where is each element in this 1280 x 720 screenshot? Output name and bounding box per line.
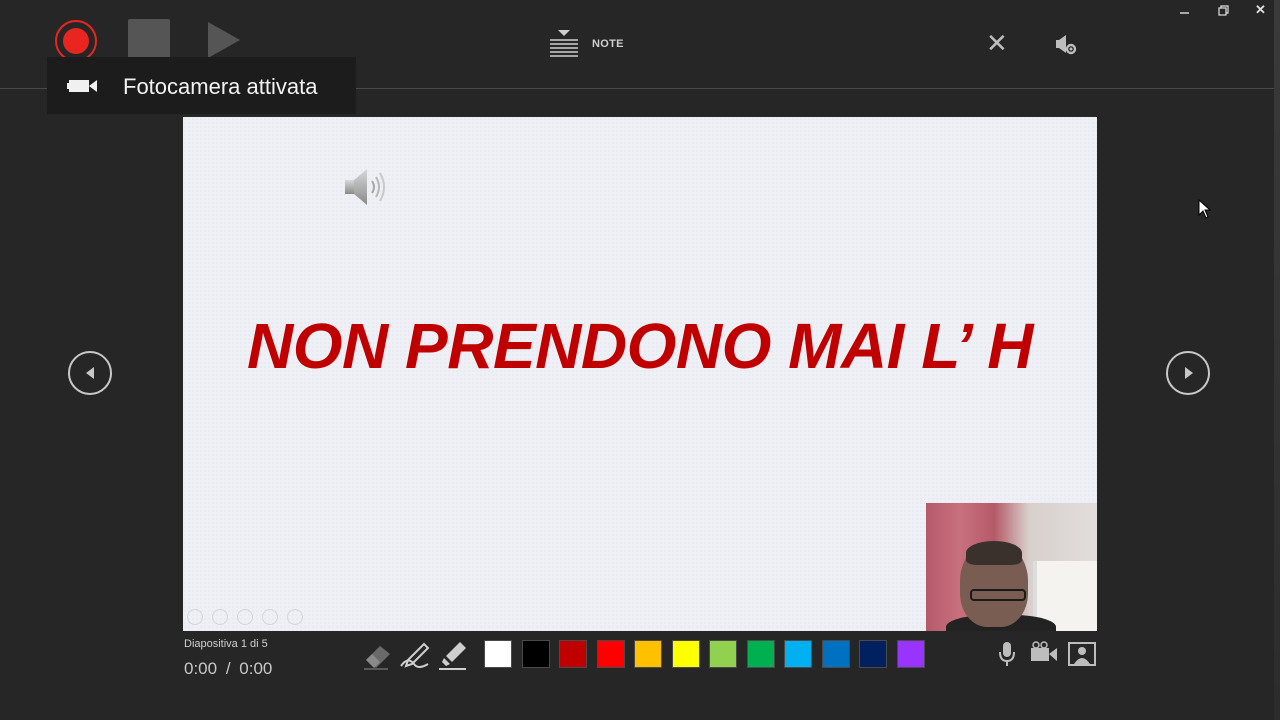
pen-icon[interactable]: [398, 638, 432, 672]
notes-icon: [550, 30, 578, 57]
recording-timer: 0:00 / 0:00: [184, 659, 272, 679]
mouse-cursor-icon: [1198, 199, 1212, 219]
ink-color-swatch[interactable]: [746, 640, 775, 668]
ink-color-swatch[interactable]: [784, 640, 812, 668]
next-slide-button[interactable]: [1166, 351, 1210, 395]
previous-slide-button[interactable]: [68, 351, 112, 395]
ink-color-swatch[interactable]: [596, 640, 625, 668]
slide-canvas[interactable]: NON PRENDONO MAI L’ H: [183, 117, 1097, 631]
ink-color-swatch[interactable]: [521, 640, 550, 668]
close-icon[interactable]: ✕: [986, 30, 1008, 56]
play-button[interactable]: [208, 22, 240, 58]
slide-counter: Diapositiva 1 di 5: [184, 638, 268, 650]
slide-overlay-controls[interactable]: [187, 609, 327, 625]
toast-message: Fotocamera attivata: [123, 74, 318, 99]
time-separator: /: [225, 659, 231, 678]
camera-toast: Fotocamera attivata: [47, 57, 356, 114]
ink-color-swatch[interactable]: [559, 640, 587, 668]
notes-label: NOTE: [592, 38, 624, 50]
window-close-icon[interactable]: ✕: [1255, 2, 1266, 18]
camera-preview: [926, 503, 1097, 631]
microphone-icon[interactable]: [992, 640, 1022, 668]
settings-icon[interactable]: [1054, 32, 1078, 56]
record-icon: [63, 28, 89, 54]
eraser-icon[interactable]: [360, 638, 394, 672]
chevron-right-icon: [1185, 367, 1193, 379]
ink-color-swatch[interactable]: [859, 640, 887, 668]
highlighter-icon[interactable]: [436, 638, 470, 672]
ink-color-swatch[interactable]: [484, 640, 512, 668]
ink-color-swatch[interactable]: [896, 640, 925, 668]
stop-button[interactable]: [128, 19, 170, 59]
window-edge: [1274, 0, 1280, 720]
video-camera-icon: [67, 80, 97, 92]
ink-color-swatch[interactable]: [634, 640, 662, 668]
minimize-icon[interactable]: [1178, 4, 1192, 18]
record-button[interactable]: [55, 20, 97, 62]
ink-color-swatch[interactable]: [709, 640, 737, 668]
camera-preview-icon[interactable]: [1067, 640, 1097, 668]
speaker-icon[interactable]: [343, 165, 391, 209]
time-current: 0:00: [184, 659, 218, 678]
camera-toggle-icon[interactable]: [1029, 640, 1059, 668]
chevron-left-icon: [86, 367, 94, 379]
ink-color-swatch[interactable]: [671, 640, 700, 668]
notes-button[interactable]: NOTE: [548, 28, 638, 60]
ink-color-swatch[interactable]: [821, 640, 850, 668]
restore-icon[interactable]: [1217, 4, 1231, 18]
time-total: 0:00: [239, 659, 273, 678]
slide-title: NON PRENDONO MAI L’ H: [247, 310, 1033, 382]
